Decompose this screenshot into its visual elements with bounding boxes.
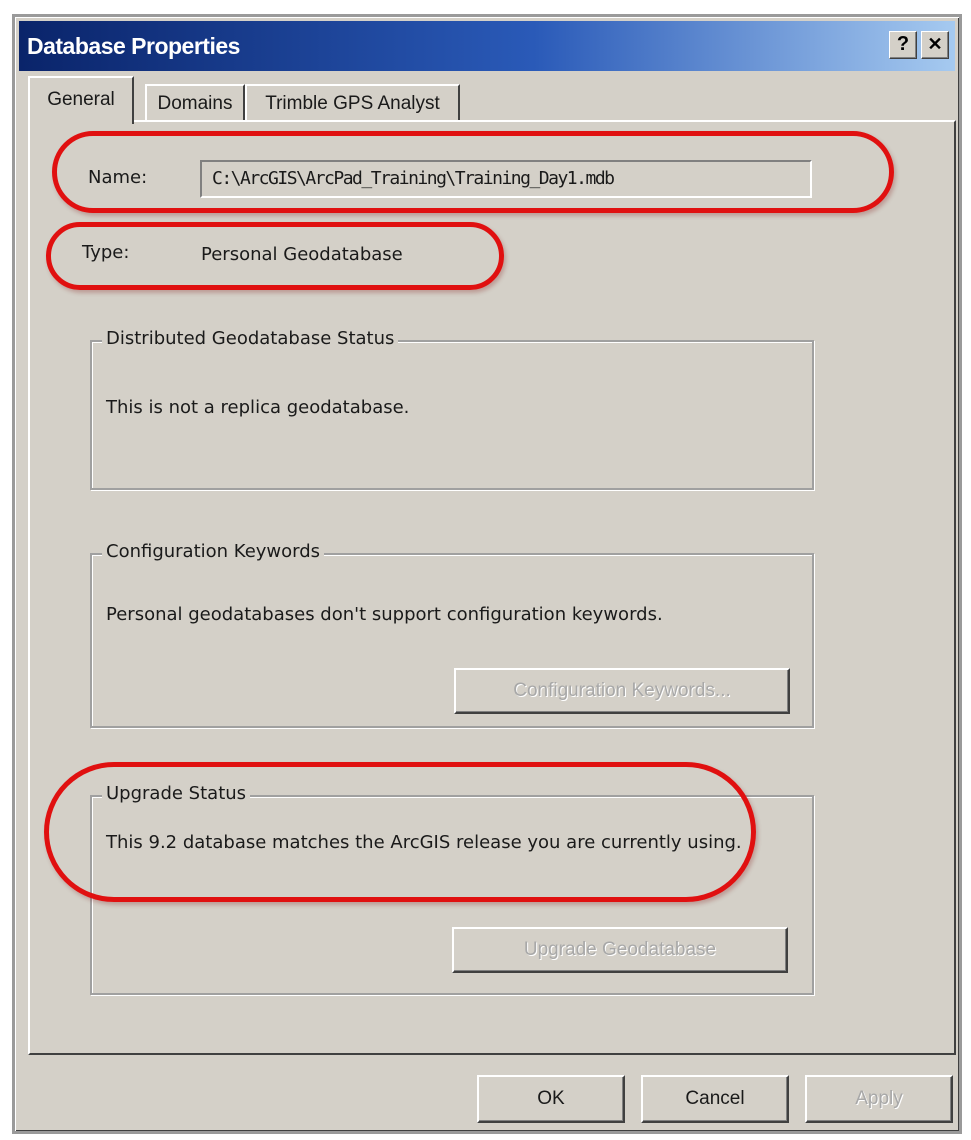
configuration-keywords-text: Personal geodatabases don't support conf… (106, 604, 663, 625)
distributed-status-title: Distributed Geodatabase Status (102, 328, 399, 349)
tab-domains[interactable]: Domains (145, 84, 245, 122)
window-title: Database Properties (27, 32, 240, 59)
highlight-upgrade-status (44, 762, 756, 902)
tab-general[interactable]: General (28, 76, 134, 124)
configuration-keywords-title: Configuration Keywords (102, 541, 325, 562)
tab-trimble-gps-analyst[interactable]: Trimble GPS Analyst (245, 84, 460, 122)
close-icon: ✕ (927, 34, 943, 54)
apply-button[interactable]: Apply (805, 1075, 953, 1123)
distributed-status-text: This is not a replica geodatabase. (106, 397, 410, 418)
close-button[interactable]: ✕ (921, 31, 949, 59)
upgrade-geodatabase-button[interactable]: Upgrade Geodatabase (452, 927, 788, 973)
cancel-button[interactable]: Cancel (641, 1075, 789, 1123)
highlight-type-field (46, 222, 504, 290)
title-bar[interactable]: Database Properties ? ✕ (19, 21, 955, 71)
configuration-keywords-button[interactable]: Configuration Keywords... (454, 668, 790, 714)
highlight-name-field (52, 131, 894, 213)
ok-button[interactable]: OK (477, 1075, 625, 1123)
distributed-status-group: Distributed Geodatabase Status This is n… (90, 328, 814, 490)
title-bar-buttons: ? ✕ (889, 31, 949, 59)
help-button[interactable]: ? (889, 31, 917, 59)
configuration-keywords-group: Configuration Keywords Personal geodatab… (90, 541, 814, 728)
